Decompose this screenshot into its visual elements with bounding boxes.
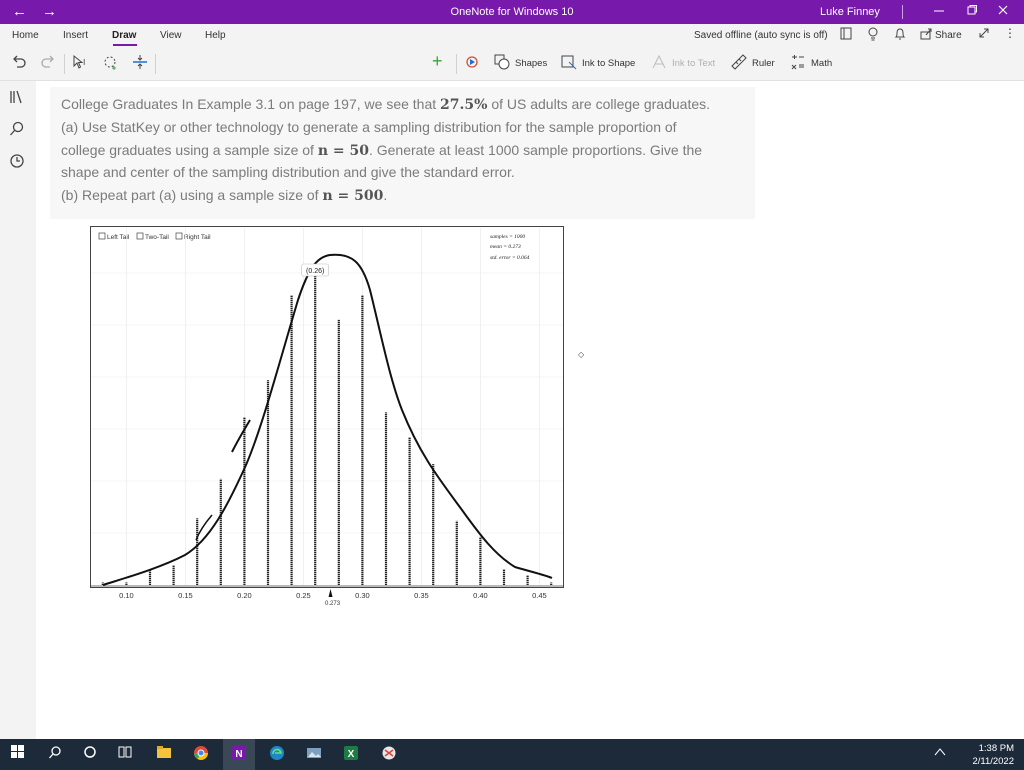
x-tick-label: 0.25 xyxy=(296,591,311,600)
file-explorer-icon[interactable] xyxy=(154,745,174,765)
cursor-marker: ◇ xyxy=(578,350,585,359)
x-axis: 0.10 0.15 0.20 0.25 0.30 0.35 0.40 0.45 xyxy=(91,585,563,600)
left-tail-checkbox[interactable] xyxy=(98,232,106,240)
dotplot-svg: Left Tail Two-Tail Right Tail samples = … xyxy=(91,228,563,607)
taskbar: N X 1:38 PM 2/11/2022 xyxy=(0,739,1024,770)
system-clock[interactable]: 1:38 PM 2/11/2022 xyxy=(972,742,1014,768)
gridlines xyxy=(91,228,563,585)
hand-drawn-curve-stroke xyxy=(195,514,213,541)
onenote-icon[interactable]: N xyxy=(229,745,249,765)
x-tick-label: 0.20 xyxy=(237,591,252,600)
mean-marker-label: 0.273 xyxy=(325,601,341,607)
snipping-tool-icon[interactable] xyxy=(379,745,399,765)
task-view-icon[interactable] xyxy=(115,745,135,765)
photos-icon[interactable] xyxy=(304,745,324,765)
windows-start-icon[interactable] xyxy=(8,745,28,765)
search-icon[interactable] xyxy=(45,745,65,765)
clock-date: 2/11/2022 xyxy=(972,756,1014,767)
x-tick-label: 0.45 xyxy=(532,591,547,600)
edge-icon[interactable] xyxy=(267,745,287,765)
x-tick-label: 0.35 xyxy=(414,591,429,600)
mean-marker-triangle xyxy=(328,589,333,597)
tail-options: Left Tail Two-Tail Right Tail xyxy=(98,232,211,241)
selected-bar-label: (0.26) xyxy=(306,268,324,275)
mean-marker: 0.273 xyxy=(325,589,341,607)
chrome-icon[interactable] xyxy=(191,745,211,765)
stat-mean: mean = 0.273 xyxy=(490,244,521,250)
x-tick-label: 0.15 xyxy=(178,591,193,600)
hand-drawn-normal-curve xyxy=(102,253,553,586)
right-tail-label: Right Tail xyxy=(184,234,211,241)
stat-std-error: std. error = 0.064 xyxy=(490,254,530,261)
x-tick-label: 0.40 xyxy=(473,591,488,600)
excel-icon[interactable]: X xyxy=(341,745,361,765)
summary-stats: samples = 1000 mean = 0.273 std. error =… xyxy=(490,234,530,261)
stat-samples: samples = 1000 xyxy=(490,234,525,240)
cortana-icon[interactable] xyxy=(80,745,100,765)
two-tail-checkbox[interactable] xyxy=(136,232,144,240)
selected-bar-marker: (0.26) xyxy=(301,263,330,277)
right-tail-checkbox[interactable] xyxy=(175,232,183,240)
dot-columns xyxy=(101,264,553,585)
x-tick-label: 0.10 xyxy=(119,591,134,600)
svg-text:N: N xyxy=(235,749,242,760)
system-tray-icons[interactable] xyxy=(930,746,950,766)
two-tail-label: Two-Tail xyxy=(145,234,169,241)
svg-text:X: X xyxy=(348,749,355,760)
clock-time: 1:38 PM xyxy=(978,743,1014,754)
x-tick-label: 0.30 xyxy=(355,591,370,600)
hand-drawn-curve-stroke xyxy=(231,419,251,453)
